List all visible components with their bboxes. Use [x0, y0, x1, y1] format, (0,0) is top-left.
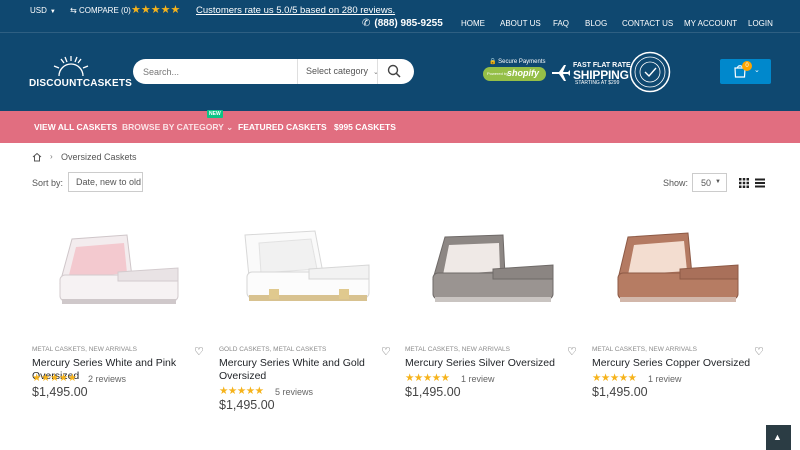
cart-button[interactable]: 0 ⌄	[720, 59, 771, 84]
new-badge: NEW	[207, 110, 223, 118]
product-rating-stars: ★★★★★	[405, 372, 450, 384]
list-view-icon[interactable]	[755, 178, 765, 188]
search-input[interactable]	[143, 64, 293, 79]
rating-link[interactable]: Customers rate us 5.0/5 based on 280 rev…	[196, 5, 395, 16]
nav-login[interactable]: LOGIN	[748, 19, 773, 28]
product-price: $1,495.00	[219, 398, 275, 412]
shipping-badge: FAST FLAT RATE SHIPPING STARTING AT $299	[551, 60, 631, 86]
product-price: $1,495.00	[592, 385, 648, 399]
trust-seal-icon	[629, 51, 671, 93]
nav-view-all-caskets[interactable]: VIEW ALL CASKETS	[34, 122, 117, 132]
product-categories[interactable]: METAL CASKETS, NEW ARRIVALS	[592, 346, 697, 353]
chevron-down-icon: ⌄	[373, 69, 379, 76]
product-image[interactable]	[219, 217, 395, 337]
show-label: Show:	[663, 178, 689, 188]
nav-995-caskets[interactable]: $995 CASKETS	[334, 122, 396, 132]
product-price: $1,495.00	[405, 385, 461, 399]
product-image[interactable]	[32, 217, 208, 337]
nav-blog[interactable]: BLOG	[585, 19, 607, 28]
product-categories[interactable]: METAL CASKETS, NEW ARRIVALS	[405, 346, 510, 353]
main-nav: VIEW ALL CASKETS BROWSE BY CATEGORY ⌄ NE…	[0, 110, 800, 143]
top-bar: USD ▼ ⇆ COMPARE (0) ★★★★★ Customers rate …	[0, 0, 800, 33]
home-icon[interactable]	[32, 152, 42, 162]
sort-select[interactable]: Date, new to old	[68, 172, 143, 192]
product-name[interactable]: Mercury Series Copper Oversized	[592, 357, 767, 370]
airplane-icon	[552, 65, 570, 81]
grid-view-icon[interactable]	[739, 178, 749, 188]
product-rating-stars: ★★★★★	[32, 372, 77, 384]
chevron-down-icon: ⌄	[226, 122, 234, 132]
currency-switcher[interactable]: USD ▼	[30, 6, 56, 15]
search-bar: Select category⌄	[133, 59, 414, 84]
chevron-down-icon: ▼	[715, 179, 721, 185]
nav-featured-caskets[interactable]: FEATURED CASKETS	[238, 122, 327, 132]
product-image[interactable]	[405, 217, 581, 337]
search-icon[interactable]	[387, 64, 401, 78]
product-rating-stars: ★★★★★	[219, 385, 264, 397]
site-logo[interactable]: DISCOUNTCASKETS	[29, 54, 132, 90]
product-name[interactable]: Mercury Series White and Gold Oversized	[219, 357, 394, 383]
phone-number[interactable]: ✆ (888) 985-9255	[362, 18, 443, 29]
product-card[interactable]: METAL CASKETS, NEW ARRIVALS ♡ Mercury Se…	[405, 217, 581, 427]
product-categories[interactable]: METAL CASKETS, NEW ARRIVALS	[32, 346, 137, 353]
product-rating-stars: ★★★★★	[592, 372, 637, 384]
sort-by-label: Sort by:	[32, 178, 64, 188]
category-select[interactable]: Select category ⌄	[306, 66, 379, 76]
product-card[interactable]: GOLD CASKETS, METAL CASKETS ♡ Mercury Se…	[219, 217, 395, 427]
product-card[interactable]: METAL CASKETS, NEW ARRIVALS ♡ Mercury Se…	[32, 217, 208, 427]
nav-home[interactable]: HOME	[461, 19, 485, 28]
product-review-count: 5 reviews	[275, 387, 314, 397]
product-review-count: 1 review	[461, 374, 495, 384]
nav-contact-us[interactable]: CONTACT US	[622, 19, 673, 28]
phone-icon: ✆	[362, 18, 371, 29]
lock-icon: 🔒	[489, 59, 497, 65]
sunrise-logo-icon	[53, 56, 89, 76]
chevron-down-icon: ⌄	[754, 67, 760, 74]
nav-faq[interactable]: FAQ	[553, 19, 569, 28]
scroll-to-top-button[interactable]: ▲	[766, 425, 791, 450]
shopify-badge: Powered by shopify	[483, 67, 546, 81]
powered-by-text: Powered by	[487, 71, 509, 76]
site-header: USD ▼ ⇆ COMPARE (0) ★★★★★ Customers rate …	[0, 0, 800, 111]
product-price: $1,495.00	[32, 385, 88, 399]
product-name[interactable]: Mercury Series Silver Oversized	[405, 357, 580, 370]
shopify-logo-text: shopify	[507, 68, 540, 78]
breadcrumb-current: Oversized Caskets	[61, 152, 137, 162]
search-divider	[297, 59, 298, 84]
chevron-right-icon: ›	[50, 152, 53, 161]
secure-payments-badge: 🔒 Secure Payments Powered by shopify	[483, 58, 546, 83]
product-categories[interactable]: GOLD CASKETS, METAL CASKETS	[219, 346, 326, 353]
nav-my-account[interactable]: MY ACCOUNT	[684, 19, 737, 28]
shipping-line-3: STARTING AT $299	[575, 80, 620, 86]
compare-link[interactable]: ⇆ COMPARE (0)	[70, 6, 131, 15]
caret-down-icon: ▼	[49, 9, 56, 15]
nav-about-us[interactable]: ABOUT US	[500, 19, 541, 28]
product-review-count: 1 review	[648, 374, 682, 384]
product-review-count: 2 reviews	[88, 374, 127, 384]
compare-icon: ⇆	[70, 6, 79, 15]
cart-count-badge: 0	[742, 61, 752, 71]
search-divider	[377, 59, 378, 84]
product-card[interactable]: METAL CASKETS, NEW ARRIVALS ♡ Mercury Se…	[592, 217, 768, 427]
show-count-select[interactable]: 50 ▼	[692, 173, 727, 192]
nav-browse-by-category[interactable]: BROWSE BY CATEGORY ⌄	[122, 122, 233, 133]
rating-stars: ★★★★★	[131, 4, 181, 16]
secure-payments-title: 🔒 Secure Payments	[489, 59, 546, 65]
product-image[interactable]	[592, 217, 768, 337]
chevron-up-icon: ▲	[773, 432, 782, 442]
logo-text: DISCOUNTCASKETS	[29, 78, 133, 89]
